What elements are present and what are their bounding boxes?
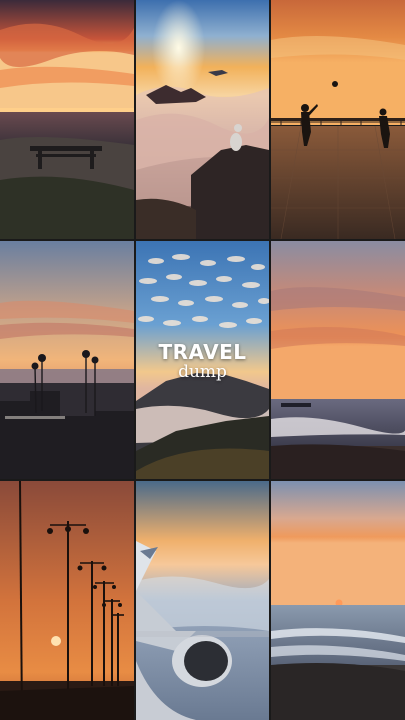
photo-cloud-sky-mountain	[136, 241, 269, 479]
photo-mountain-summit-clouds	[136, 0, 269, 239]
photo-calm-beach-sunset	[271, 481, 405, 720]
photo-beach-sunset-bench	[0, 0, 134, 239]
photo-collage-grid: TRAVEL dump	[0, 0, 405, 720]
photo-promenade-silhouettes	[271, 0, 405, 239]
photo-airplane-wing-clouds	[136, 481, 269, 720]
photo-palm-coast-dusk	[0, 241, 134, 479]
photo-ocean-shore-sunset	[271, 241, 405, 479]
photo-street-lamps-sunset	[0, 481, 134, 720]
